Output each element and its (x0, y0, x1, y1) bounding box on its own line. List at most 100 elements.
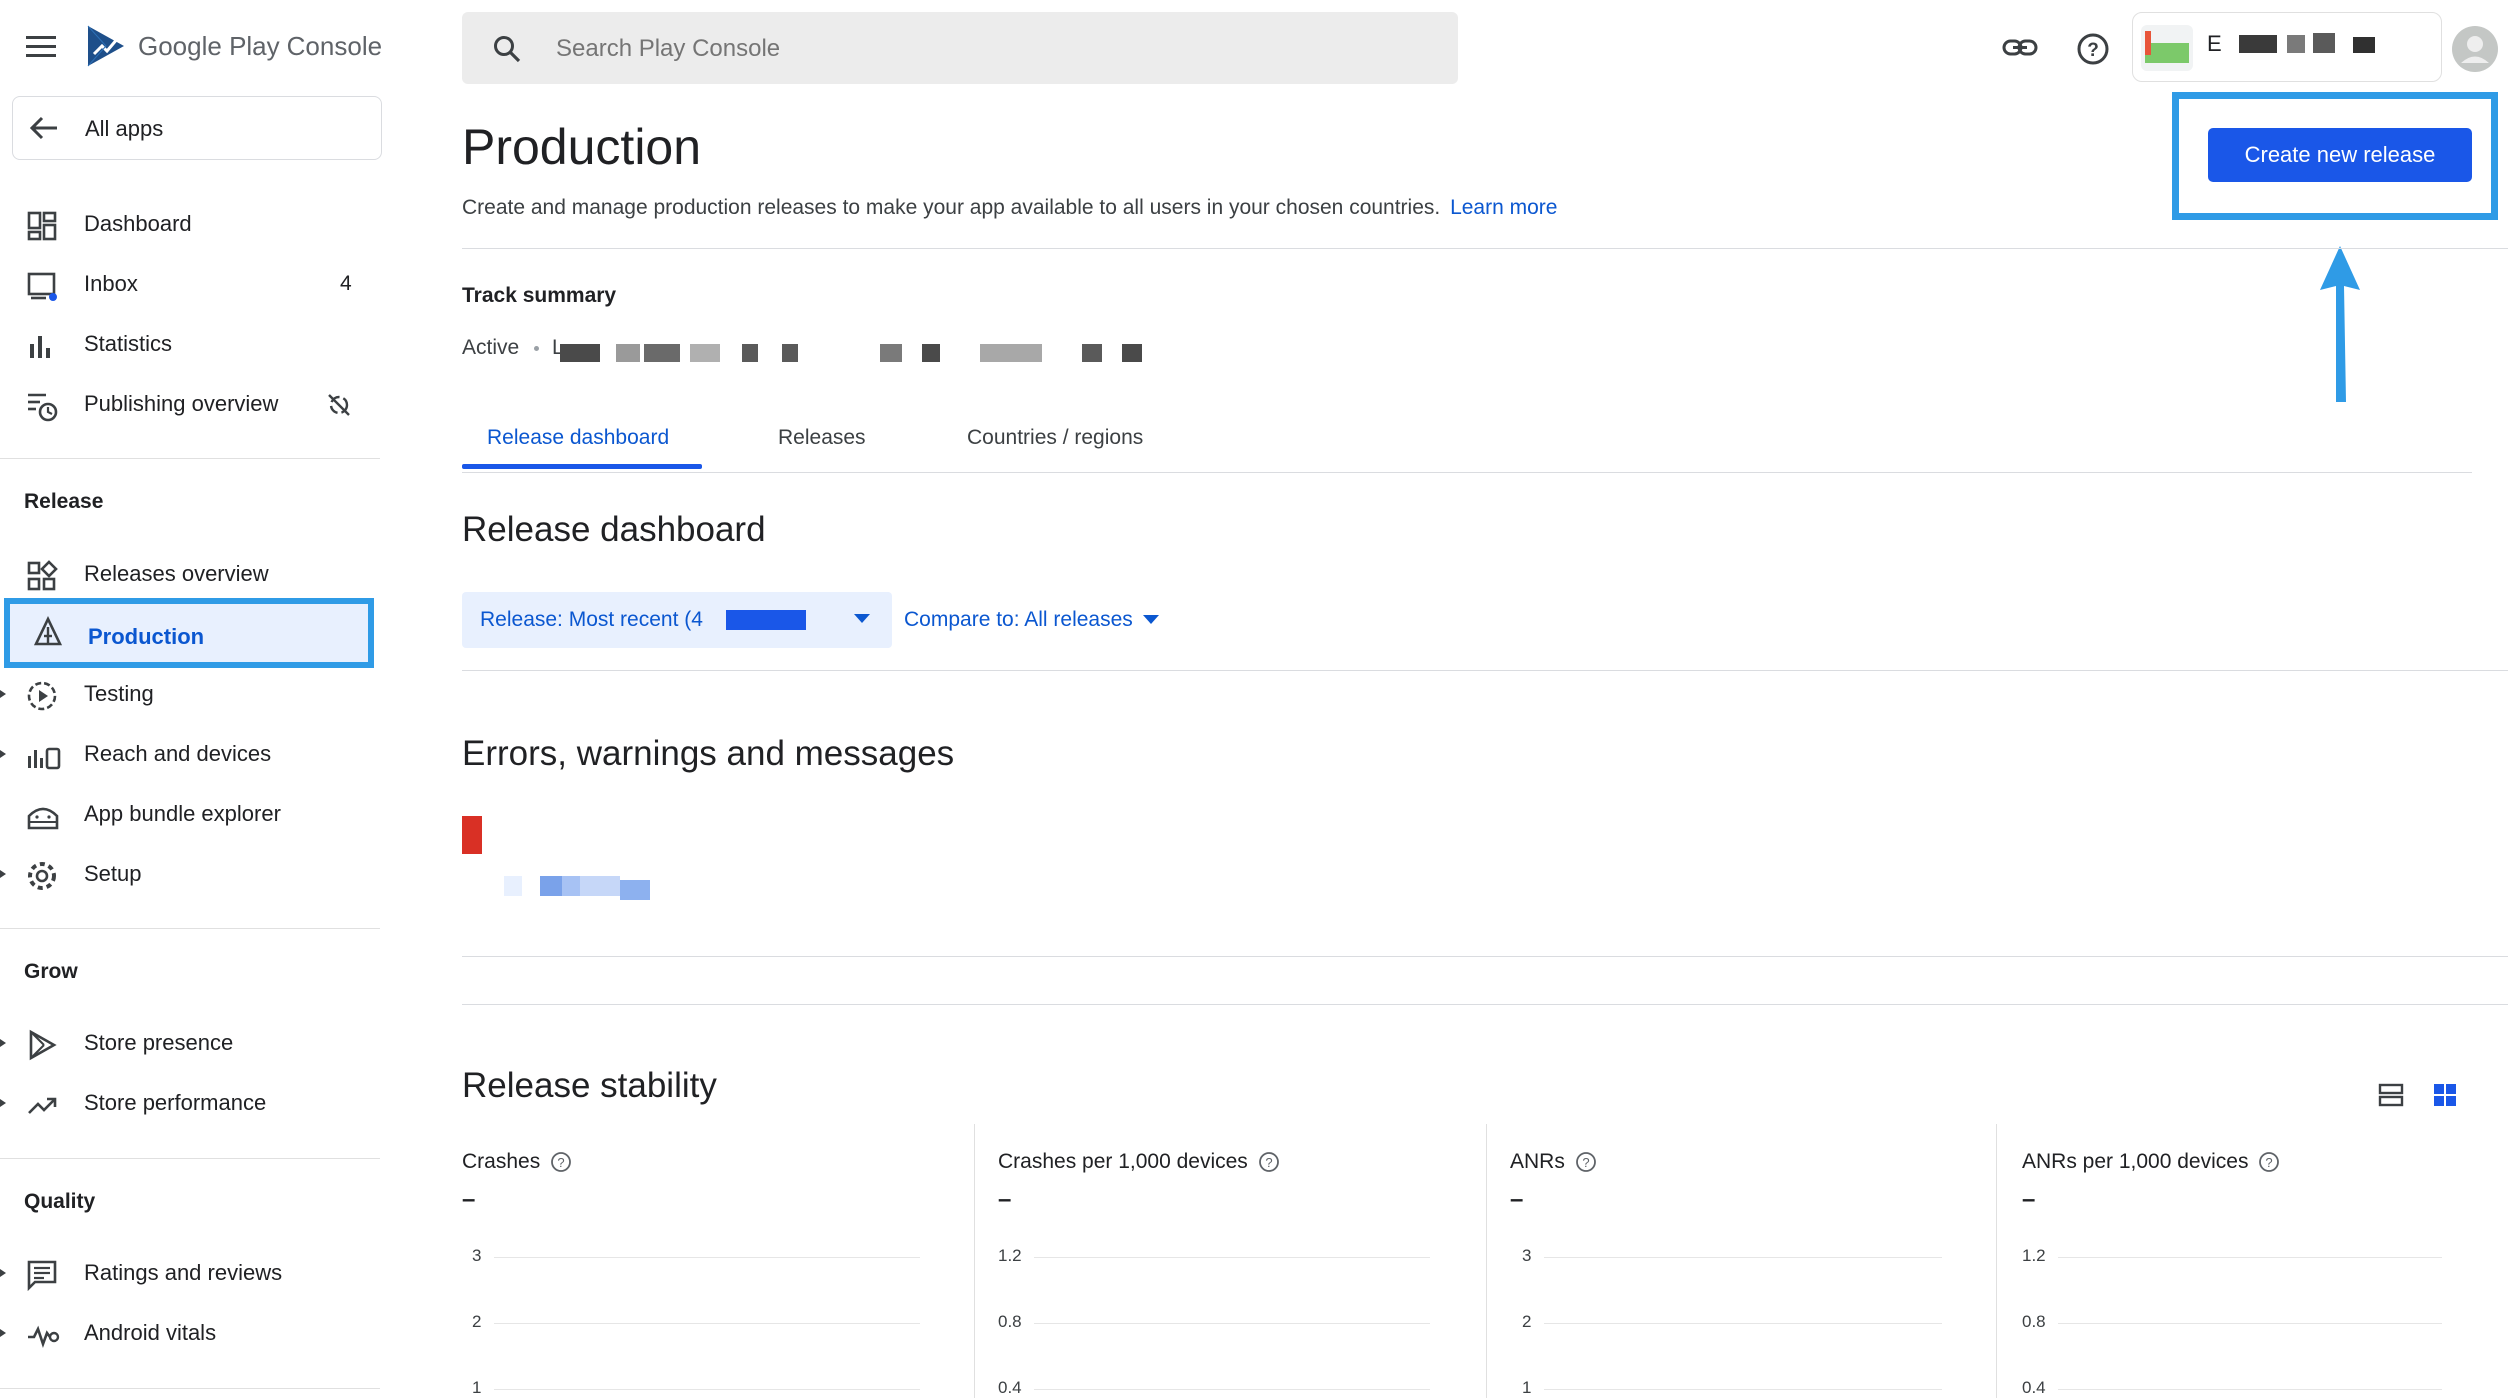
svg-text:?: ? (1582, 1155, 1589, 1170)
grid-line (2058, 1323, 2442, 1324)
sidebar-item-label: Dashboard (84, 211, 192, 236)
account-chip[interactable]: E (2132, 12, 2442, 82)
y-tick-label: 0.8 (998, 1312, 1022, 1331)
grid-view-icon[interactable] (2432, 1082, 2458, 1108)
y-tick-label: 3 (1522, 1246, 1532, 1265)
sidebar-item-releases-overview[interactable]: Releases overview (0, 546, 380, 602)
compare-filter-dropdown[interactable]: Compare to: All releases (904, 592, 1159, 648)
sidebar-item-store-presence[interactable]: Store presence (0, 1015, 380, 1071)
release-filter-label: Release: Most recent (4 (480, 608, 703, 631)
page-description: Create and manage production releases to… (462, 196, 1557, 220)
help-icon[interactable]: ? (1575, 1151, 1597, 1173)
metric-title: Crashes per 1,000 devices (998, 1150, 1248, 1173)
sidebar-item-dashboard[interactable]: Dashboard (0, 196, 380, 252)
tab-countries-regions[interactable]: Countries / regions (967, 426, 1143, 450)
tabs-divider (462, 472, 2472, 473)
errors-divider (462, 956, 2508, 957)
list-view-icon[interactable] (2378, 1082, 2404, 1108)
app-bundle-icon (26, 800, 59, 832)
sidebar-divider (0, 1158, 380, 1159)
sidebar-item-inbox[interactable]: Inbox 4 (0, 256, 380, 312)
sidebar-item-reach-and-devices[interactable]: Reach and devices (0, 726, 380, 782)
sidebar-item-ratings-reviews[interactable]: Ratings and reviews (0, 1245, 380, 1301)
sidebar-section-quality: Quality (24, 1190, 96, 1213)
sidebar-item-production[interactable]: Production (4, 598, 374, 668)
inbox-count-badge: 4 (340, 272, 352, 295)
sidebar-item-label: Reach and devices (84, 741, 272, 766)
track-separator-dot (534, 346, 539, 351)
header-divider (462, 248, 2508, 249)
grid-line (494, 1323, 920, 1324)
help-icon[interactable]: ? (550, 1151, 572, 1173)
vitals-icon (26, 1319, 60, 1351)
production-icon (32, 616, 64, 648)
up-arrow-annotation (2316, 246, 2364, 406)
metric-value: – (462, 1186, 476, 1213)
y-tick-label: 0.4 (998, 1378, 1022, 1397)
page-title: Production (462, 119, 702, 175)
search-input[interactable] (554, 12, 1418, 86)
trending-up-icon (26, 1089, 58, 1121)
track-status: Active (462, 336, 520, 359)
expand-caret-icon (0, 1269, 6, 1277)
errors-divider-secondary (462, 1004, 2508, 1005)
avatar[interactable] (2452, 26, 2498, 72)
sync-disabled-icon (326, 392, 352, 418)
grid-line (2058, 1257, 2442, 1258)
create-new-release-button[interactable]: Create new release (2208, 128, 2472, 182)
sidebar-item-setup[interactable]: Setup (0, 846, 380, 902)
expand-caret-icon (0, 1099, 6, 1107)
learn-more-link[interactable]: Learn more (1450, 196, 1557, 219)
link-icon[interactable] (2002, 32, 2038, 64)
releases-overview-icon (26, 560, 58, 592)
help-icon[interactable]: ? (2258, 1151, 2280, 1173)
gear-icon (26, 860, 58, 892)
help-icon[interactable]: ? (1258, 1151, 1280, 1173)
sidebar-item-label: Setup (84, 861, 142, 886)
statistics-icon (26, 330, 58, 362)
expand-caret-icon (0, 1039, 6, 1047)
back-arrow-icon (29, 115, 59, 141)
metric-value: – (1510, 1186, 1524, 1213)
y-tick-label: 3 (472, 1246, 482, 1265)
app-thumbnail (2141, 25, 2193, 71)
metric-crashes: Crashes ? (462, 1150, 572, 1174)
grid-line (1034, 1323, 1430, 1324)
sidebar-item-statistics[interactable]: Statistics (0, 316, 380, 372)
sidebar-item-testing[interactable]: Testing (0, 666, 380, 722)
sidebar-item-label: Production (88, 624, 205, 649)
metric-separator (1486, 1124, 1487, 1398)
y-tick-label: 0.8 (2022, 1312, 2046, 1331)
y-tick-label: 2 (472, 1312, 482, 1331)
sidebar-divider (0, 458, 380, 459)
svg-text:?: ? (1265, 1155, 1272, 1170)
sidebar-section-release: Release (24, 490, 104, 513)
y-tick-label: 1.2 (998, 1246, 1022, 1265)
sidebar-item-publishing-overview[interactable]: Publishing overview (0, 376, 380, 432)
release-stability-heading: Release stability (462, 1066, 717, 1105)
search-icon (492, 34, 522, 64)
grid-line (494, 1257, 920, 1258)
account-name: E (2207, 31, 2222, 56)
tab-releases[interactable]: Releases (778, 426, 866, 450)
sidebar-item-label: Publishing overview (84, 391, 279, 416)
svg-text:?: ? (2087, 40, 2099, 61)
chevron-down-icon (854, 614, 870, 624)
sidebar-item-app-bundle-explorer[interactable]: App bundle explorer (0, 786, 380, 842)
tab-release-dashboard[interactable]: Release dashboard (487, 426, 669, 450)
dashboard-icon (26, 210, 58, 242)
all-apps-button[interactable]: All apps (12, 96, 382, 160)
sidebar-item-store-performance[interactable]: Store performance (0, 1075, 380, 1131)
metric-crashes-per-1000: Crashes per 1,000 devices ? (998, 1150, 1280, 1174)
release-filter-dropdown[interactable]: Release: Most recent (4 (462, 592, 892, 648)
sidebar-item-label: App bundle explorer (84, 801, 281, 826)
search-bar[interactable] (462, 12, 1458, 86)
sidebar-item-label: Statistics (84, 331, 173, 356)
sidebar-item-android-vitals[interactable]: Android vitals (0, 1305, 380, 1361)
help-icon[interactable]: ? (2076, 32, 2110, 66)
play-console-logo[interactable]: Google Play Console (84, 22, 382, 70)
brand-google-play: Google Play (138, 30, 280, 61)
testing-icon (26, 680, 58, 712)
expand-caret-icon (0, 750, 6, 758)
main-menu-icon[interactable] (26, 34, 58, 60)
